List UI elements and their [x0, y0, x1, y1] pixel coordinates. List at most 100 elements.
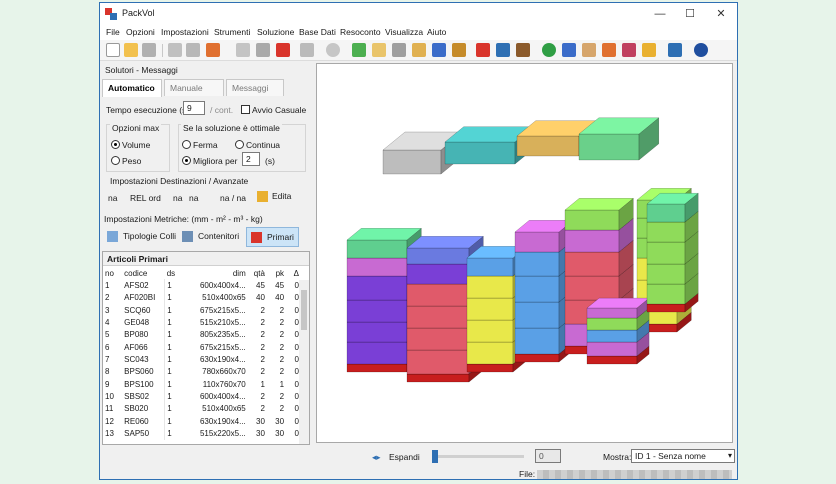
- stack-icon[interactable]: [516, 43, 530, 57]
- folder-icon[interactable]: [412, 43, 426, 57]
- column-header[interactable]: pk: [267, 267, 286, 279]
- migliora-radio[interactable]: [182, 156, 191, 165]
- ferma-radio[interactable]: [182, 140, 191, 149]
- table-row[interactable]: 2 AF020BI 1 510x400x65 40 40 0: [103, 291, 301, 305]
- dropdown-icon[interactable]: [300, 43, 314, 57]
- column-header[interactable]: dim: [186, 267, 248, 279]
- table-cell: 2: [260, 355, 265, 365]
- column-header[interactable]: codice: [122, 267, 165, 279]
- espandi-button[interactable]: Espandi: [389, 452, 420, 462]
- column-header[interactable]: no: [103, 267, 122, 279]
- print-icon[interactable]: [236, 43, 250, 57]
- menu-opzioni[interactable]: Opzioni: [126, 27, 155, 37]
- table-row[interactable]: 5 BP080 1 805x235x5... 2 2 0: [103, 328, 301, 342]
- add-icon[interactable]: [352, 43, 366, 57]
- table-row[interactable]: 7 SC043 1 630x190x4... 2 2 0: [103, 353, 301, 366]
- hand-icon[interactable]: [582, 43, 596, 57]
- table-cell: 2: [105, 293, 110, 303]
- edit-icon[interactable]: [372, 43, 386, 57]
- menu-file[interactable]: File: [106, 27, 120, 37]
- help-icon[interactable]: [694, 43, 708, 57]
- package-icon[interactable]: [392, 43, 406, 57]
- packing-box: [646, 303, 686, 313]
- grid-icon[interactable]: [562, 43, 576, 57]
- 3d-viewport[interactable]: [316, 63, 733, 443]
- migliora-input[interactable]: 2: [242, 152, 260, 166]
- packing-box: [646, 241, 686, 265]
- menu-visualizza[interactable]: Visualizza: [385, 27, 423, 37]
- slider-track[interactable]: [432, 455, 524, 458]
- table-row[interactable]: 4 GE048 1 515x210x5... 2 2 0: [103, 316, 301, 329]
- menu-impostazioni[interactable]: Impostazioni: [161, 27, 209, 37]
- slider-thumb[interactable]: [432, 450, 438, 463]
- table-cell: SAP50: [122, 427, 166, 440]
- table-cell: RE060: [122, 415, 166, 428]
- menu-resoconto[interactable]: Resoconto: [340, 27, 381, 37]
- table-row[interactable]: 13 SAP50 1 515x220x5... 30 30 0: [103, 427, 301, 440]
- list-icon[interactable]: [432, 43, 446, 57]
- column-header[interactable]: ds: [165, 267, 186, 279]
- peso-radio[interactable]: [111, 156, 120, 165]
- layers-icon[interactable]: [496, 43, 510, 57]
- copy-icon[interactable]: [168, 43, 182, 57]
- menu-soluzione[interactable]: Soluzione: [257, 27, 294, 37]
- table-row[interactable]: 10 SBS02 1 600x400x4... 2 2 0: [103, 390, 301, 403]
- packing-box: [466, 363, 514, 373]
- box-icon[interactable]: [452, 43, 466, 57]
- table-cell: 30: [275, 429, 285, 439]
- chart-icon[interactable]: [476, 43, 490, 57]
- paste-icon[interactable]: [186, 43, 200, 57]
- cut-icon[interactable]: [256, 43, 270, 57]
- fit-icon[interactable]: [668, 43, 682, 57]
- table-row[interactable]: 6 AF066 1 675x215x5... 2 2 0: [103, 341, 301, 354]
- view-icon[interactable]: [622, 43, 636, 57]
- tab-manuale[interactable]: Manuale: [164, 79, 224, 96]
- maximize-button[interactable]: ☐: [675, 3, 705, 25]
- continua-radio[interactable]: [235, 140, 244, 149]
- primari-label: Primari: [267, 232, 294, 242]
- minimize-button[interactable]: —: [645, 3, 675, 25]
- volume-radio[interactable]: [111, 140, 120, 149]
- tab-automatico[interactable]: Automatico: [102, 79, 162, 97]
- table-row[interactable]: 11 SB020 1 510x400x65 2 2 0: [103, 402, 301, 416]
- tab-messaggi[interactable]: Messaggi: [226, 79, 284, 96]
- table-row[interactable]: 12 RE060 1 630x190x4... 30 30 0: [103, 415, 301, 428]
- edita-button[interactable]: Edita: [253, 188, 294, 206]
- tempo-input[interactable]: 9: [183, 101, 205, 115]
- table-cell: 1: [167, 342, 172, 352]
- table-cell: 1: [167, 293, 172, 303]
- settings-icon[interactable]: [326, 43, 340, 57]
- table-row[interactable]: 1 AFS02 1 600x400x4... 45 45 0: [103, 279, 301, 292]
- close-button[interactable]: ✕: [706, 3, 736, 25]
- packing-box: [346, 275, 408, 301]
- articoli-grid: no codice ds dim qtà pk Δ 1 AFS02 1 600x400x4... 4…: [103, 267, 301, 440]
- refresh-icon[interactable]: [542, 43, 556, 57]
- avvio-casuale-checkbox[interactable]: [241, 105, 250, 114]
- table-row[interactable]: 3 SCQ60 1 675x215x5... 2 2 0: [103, 304, 301, 317]
- menu-base-dati[interactable]: Base Dati: [299, 27, 336, 37]
- tipologie-colli-button[interactable]: Tipologie Colli: [103, 227, 180, 247]
- mostra-select[interactable]: ID 1 - Senza nome ▾: [631, 449, 735, 463]
- table-cell: 30: [256, 416, 265, 426]
- dest-value: na / na: [220, 193, 246, 203]
- tool-icon[interactable]: [206, 43, 220, 57]
- primari-button[interactable]: Primari: [246, 227, 299, 247]
- menu-aiuto[interactable]: Aiuto: [427, 27, 446, 37]
- table-row[interactable]: 8 BPS060 1 780x660x70 2 2 0: [103, 365, 301, 379]
- new-file-icon[interactable]: [106, 43, 120, 57]
- save-icon[interactable]: [142, 43, 156, 57]
- menu-strumenti[interactable]: Strumenti: [214, 27, 250, 37]
- scrollbar-thumb[interactable]: [301, 290, 307, 330]
- table-row[interactable]: 9 BPS100 1 110x760x70 1 1 0: [103, 378, 301, 391]
- table-cell: 2: [279, 404, 285, 414]
- delete-icon[interactable]: [276, 43, 290, 57]
- column-header[interactable]: Δ: [286, 267, 301, 279]
- packing-box: [466, 297, 514, 321]
- table-cell: 1: [167, 404, 172, 414]
- table-icon[interactable]: [642, 43, 656, 57]
- column-header[interactable]: qtà: [248, 267, 267, 279]
- table-scrollbar[interactable]: [299, 280, 309, 444]
- open-folder-icon[interactable]: [124, 43, 138, 57]
- swap-icon[interactable]: [602, 43, 616, 57]
- contenitori-button[interactable]: Contenitori: [178, 227, 243, 247]
